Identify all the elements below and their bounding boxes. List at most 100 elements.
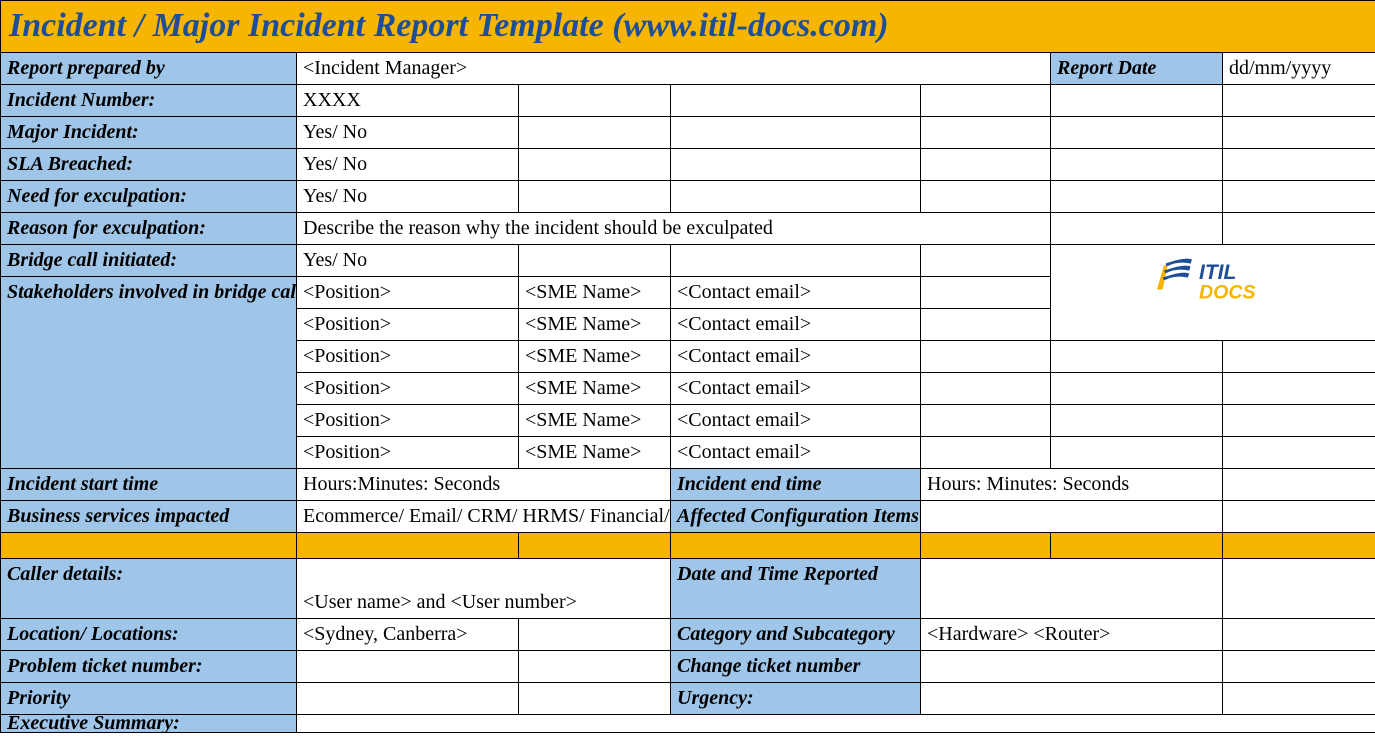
stakeholder-sme: <SME Name> xyxy=(519,309,671,341)
cell-empty xyxy=(1223,213,1375,245)
lbl-major-incident: Major Incident: xyxy=(1,117,297,149)
cell-empty xyxy=(921,277,1051,309)
cell-empty xyxy=(519,651,671,683)
val-incident-end: Hours: Minutes: Seconds xyxy=(921,469,1223,501)
val-report-prepared-by: <Incident Manager> xyxy=(297,53,1051,85)
incident-report-table: Incident / Major Incident Report Templat… xyxy=(0,0,1375,733)
cell-empty xyxy=(519,245,671,277)
val-incident-number: XXXX xyxy=(297,85,519,117)
lbl-problem-ticket: Problem ticket number: xyxy=(1,651,297,683)
cell-empty xyxy=(921,85,1051,117)
val-report-date: dd/mm/yyyy xyxy=(1223,53,1375,85)
divider-cell xyxy=(297,533,519,559)
cell-empty xyxy=(1051,213,1223,245)
stakeholder-email: <Contact email> xyxy=(671,373,921,405)
val-business-services: Ecommerce/ Email/ CRM/ HRMS/ Financial/ … xyxy=(297,501,671,533)
cell-empty xyxy=(519,117,671,149)
lbl-incident-number: Incident Number: xyxy=(1,85,297,117)
stakeholder-position: <Position> xyxy=(297,373,519,405)
cell-empty xyxy=(1051,85,1223,117)
lbl-affected-ci: Affected Configuration Items xyxy=(671,501,921,533)
cell-empty xyxy=(1223,149,1375,181)
stakeholder-sme: <SME Name> xyxy=(519,405,671,437)
lbl-business-services: Business services impacted xyxy=(1,501,297,533)
val-incident-start: Hours:Minutes: Seconds xyxy=(297,469,671,501)
cell-empty xyxy=(1051,149,1223,181)
lbl-sla-breached: SLA Breached: xyxy=(1,149,297,181)
val-category-subcat: <Hardware> <Router> xyxy=(921,619,1223,651)
cell-empty xyxy=(921,117,1051,149)
lbl-incident-start: Incident start time xyxy=(1,469,297,501)
cell-empty xyxy=(297,651,519,683)
cell-empty xyxy=(921,341,1051,373)
stakeholder-email: <Contact email> xyxy=(671,405,921,437)
cell-empty xyxy=(1223,501,1375,533)
svg-text:ITIL: ITIL xyxy=(1199,261,1236,284)
lbl-date-time-reported: Date and Time Reported xyxy=(671,559,921,619)
svg-text:DOCS: DOCS xyxy=(1199,282,1256,304)
stakeholder-email: <Contact email> xyxy=(671,341,921,373)
val-caller-details: <User name> and <User number> xyxy=(297,559,671,619)
cell-empty xyxy=(921,245,1051,277)
stakeholder-email: <Contact email> xyxy=(671,277,921,309)
cell-empty xyxy=(1051,373,1223,405)
lbl-executive-summary: Executive Summary: xyxy=(1,715,297,733)
lbl-stakeholders: Stakeholders involved in bridge call: xyxy=(1,277,297,469)
lbl-report-date: Report Date xyxy=(1051,53,1223,85)
divider-cell xyxy=(519,533,671,559)
stakeholder-position: <Position> xyxy=(297,309,519,341)
cell-empty xyxy=(1051,181,1223,213)
divider-cell xyxy=(671,533,921,559)
cell-empty xyxy=(1223,683,1375,715)
stakeholder-position: <Position> xyxy=(297,437,519,469)
page-title: Incident / Major Incident Report Templat… xyxy=(1,1,1375,53)
cell-empty xyxy=(921,683,1223,715)
cell-empty xyxy=(519,85,671,117)
cell-empty xyxy=(921,501,1223,533)
divider-cell xyxy=(1223,533,1375,559)
cell-empty xyxy=(921,373,1051,405)
cell-empty xyxy=(1051,341,1223,373)
cell-empty xyxy=(671,117,921,149)
lbl-need-exculpation: Need for exculpation: xyxy=(1,181,297,213)
cell-empty xyxy=(297,715,1375,733)
cell-empty xyxy=(1223,559,1375,619)
stakeholder-position: <Position> xyxy=(297,277,519,309)
divider-cell xyxy=(1051,533,1223,559)
cell-empty xyxy=(1051,437,1223,469)
val-sla-breached: Yes/ No xyxy=(297,149,519,181)
logo-itil-docs: ITIL DOCS xyxy=(1051,245,1375,341)
cell-empty xyxy=(1051,405,1223,437)
val-locations: <Sydney, Canberra> xyxy=(297,619,519,651)
cell-empty xyxy=(921,309,1051,341)
stakeholder-sme: <SME Name> xyxy=(519,277,671,309)
divider-cell xyxy=(921,533,1051,559)
lbl-bridge-call: Bridge call initiated: xyxy=(1,245,297,277)
lbl-change-ticket: Change ticket number xyxy=(671,651,921,683)
lbl-caller-details: Caller details: xyxy=(1,559,297,619)
lbl-reason-exculpation: Reason for exculpation: xyxy=(1,213,297,245)
lbl-report-prepared-by: Report prepared by xyxy=(1,53,297,85)
lbl-incident-end: Incident end time xyxy=(671,469,921,501)
cell-empty xyxy=(1223,405,1375,437)
lbl-urgency: Urgency: xyxy=(671,683,921,715)
cell-empty xyxy=(519,181,671,213)
cell-empty xyxy=(1051,117,1223,149)
cell-empty xyxy=(297,683,519,715)
cell-empty xyxy=(1223,469,1375,501)
cell-empty xyxy=(921,437,1051,469)
stakeholder-position: <Position> xyxy=(297,341,519,373)
cell-empty xyxy=(1223,181,1375,213)
cell-empty xyxy=(671,181,921,213)
stakeholder-email: <Contact email> xyxy=(671,437,921,469)
cell-empty xyxy=(1223,619,1375,651)
cell-empty xyxy=(921,651,1223,683)
cell-empty xyxy=(921,181,1051,213)
divider-cell xyxy=(1,533,297,559)
lbl-priority: Priority xyxy=(1,683,297,715)
cell-empty xyxy=(1223,117,1375,149)
stakeholder-email: <Contact email> xyxy=(671,309,921,341)
cell-empty xyxy=(1223,437,1375,469)
cell-empty xyxy=(1223,373,1375,405)
cell-empty xyxy=(519,619,671,651)
